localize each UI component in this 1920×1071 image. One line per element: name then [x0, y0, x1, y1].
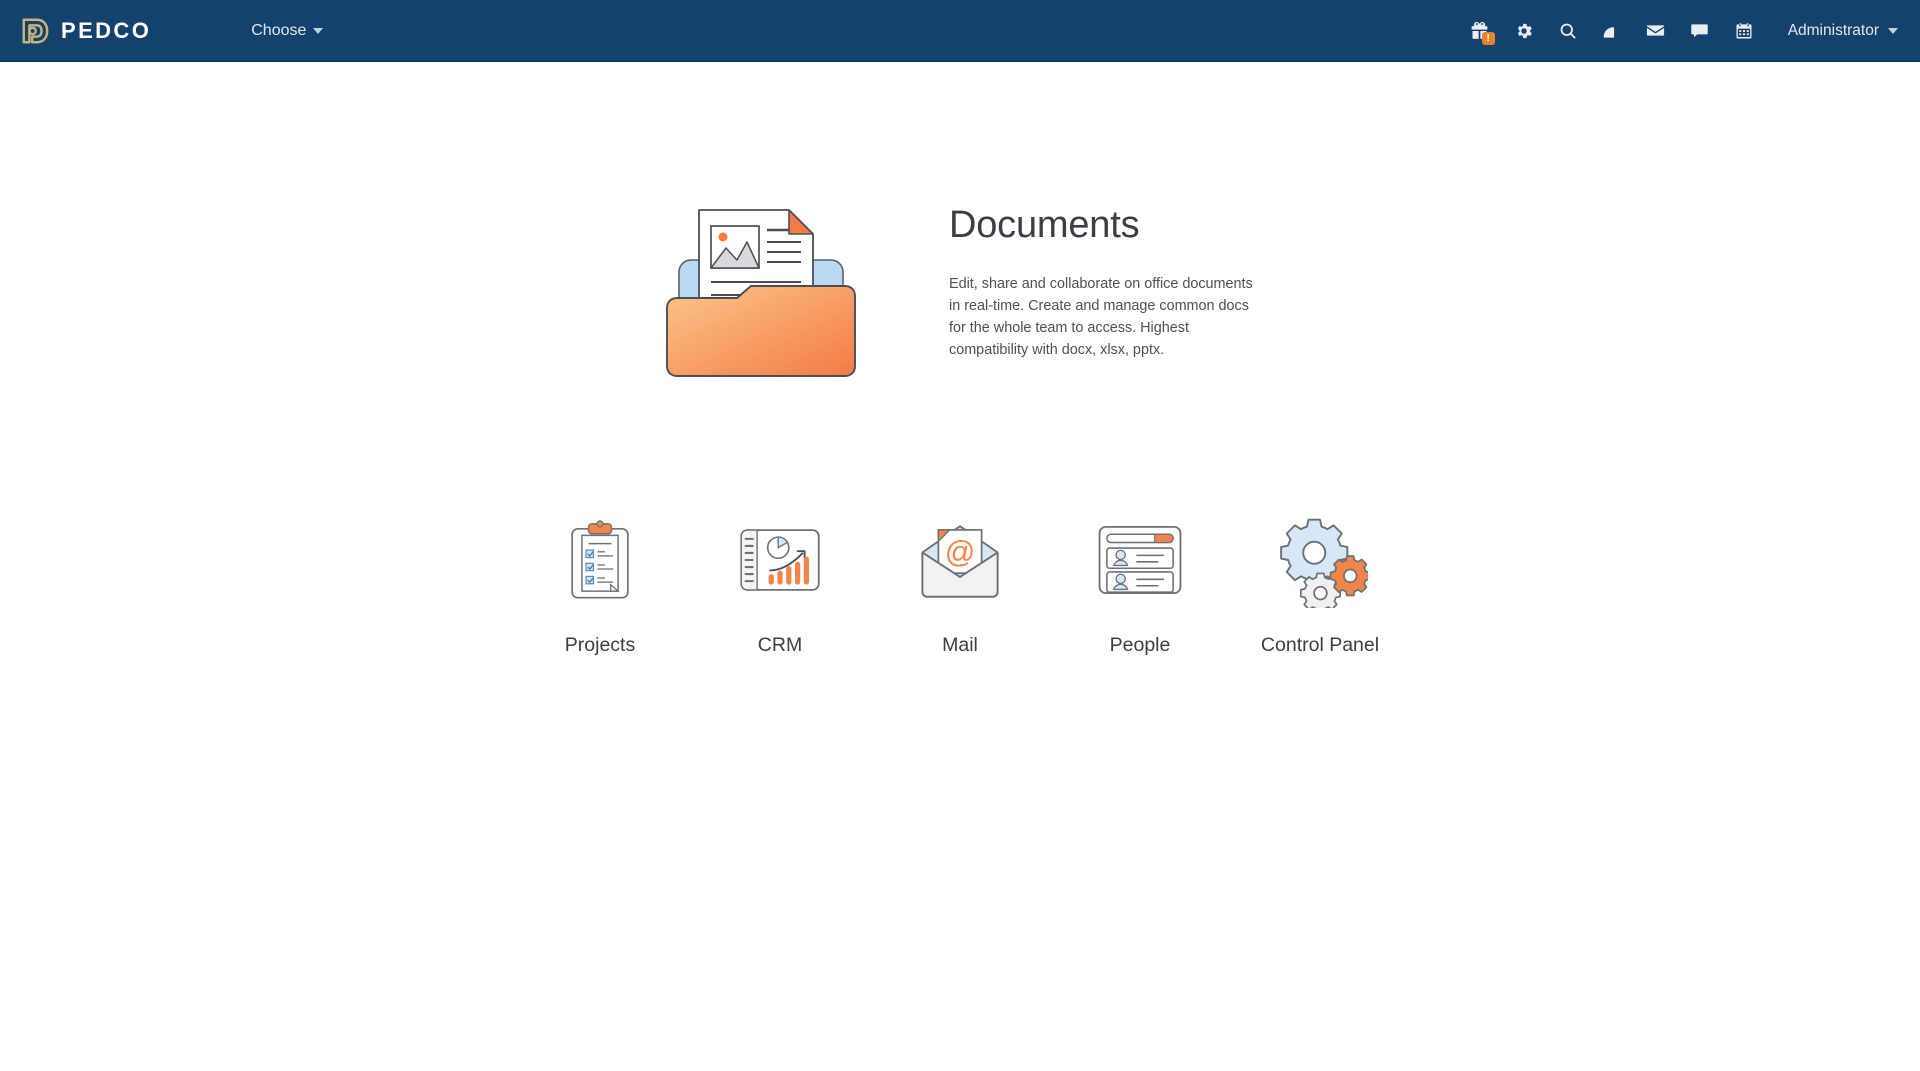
app-label-control-panel: Control Panel	[1260, 634, 1380, 656]
page-title: Documents	[949, 204, 1140, 246]
gear-icon	[1514, 21, 1534, 41]
app-label-crm: CRM	[757, 634, 803, 656]
hero-text-block: Documents Edit, share and collaborate on…	[949, 190, 1259, 361]
page-description: Edit, share and collaborate on office do…	[949, 276, 1253, 358]
search-icon-button[interactable]	[1546, 0, 1590, 62]
chevron-down-icon	[313, 27, 324, 34]
choose-menu-button[interactable]: Choose	[251, 0, 324, 61]
search-icon	[1558, 21, 1578, 41]
envelope-at-icon: @	[910, 510, 1010, 610]
chevron-down-icon	[1888, 27, 1898, 34]
app-label-mail: Mail	[942, 634, 978, 656]
gauge-icon-button[interactable]	[1590, 0, 1634, 62]
gift-badge: !	[1481, 31, 1495, 45]
calendar-icon-button[interactable]	[1722, 0, 1766, 62]
app-tile-people[interactable]: People	[1050, 510, 1230, 657]
app-label-projects: Projects	[564, 634, 636, 656]
user-menu-button[interactable]: Administrator	[1788, 0, 1898, 61]
messages-icon-button[interactable]	[1678, 0, 1722, 62]
app-label-people: People	[1109, 634, 1171, 656]
app-tile-control-panel[interactable]: Control Panel	[1230, 510, 1410, 657]
header-icon-group: ! Administrator	[1458, 0, 1898, 61]
top-navigation-bar: PEDCO Choose ! Administrator	[0, 0, 1920, 62]
mail-icon-button[interactable]	[1634, 0, 1678, 62]
chart-analytics-icon	[730, 510, 830, 610]
brand-name: PEDCO	[61, 17, 152, 43]
gears-icon	[1270, 510, 1370, 610]
app-tile-mail[interactable]: @ Mail	[870, 510, 1050, 657]
hero-section: Documents Edit, share and collaborate on…	[0, 190, 1920, 390]
pedco-d-logo-icon	[20, 16, 50, 46]
app-tile-crm[interactable]: CRM	[690, 510, 870, 657]
calendar-icon	[1734, 21, 1754, 41]
documents-folder-illustration	[661, 190, 861, 390]
contact-cards-icon	[1090, 510, 1190, 610]
brand-logo-link[interactable]: PEDCO	[20, 0, 151, 61]
chat-bubble-icon	[1689, 20, 1710, 41]
clipboard-checklist-icon	[550, 510, 650, 610]
user-name-label: Administrator	[1787, 21, 1879, 39]
settings-icon-button[interactable]	[1502, 0, 1546, 62]
svg-text:@: @	[945, 536, 976, 569]
app-tile-projects[interactable]: Projects	[510, 510, 690, 657]
envelope-icon	[1645, 20, 1666, 41]
app-shortcut-grid: Projects CRM @ Mail People Control Panel	[0, 510, 1920, 657]
gift-icon-button[interactable]: !	[1458, 0, 1502, 62]
choose-label: Choose	[251, 21, 307, 39]
gauge-icon	[1602, 21, 1622, 41]
